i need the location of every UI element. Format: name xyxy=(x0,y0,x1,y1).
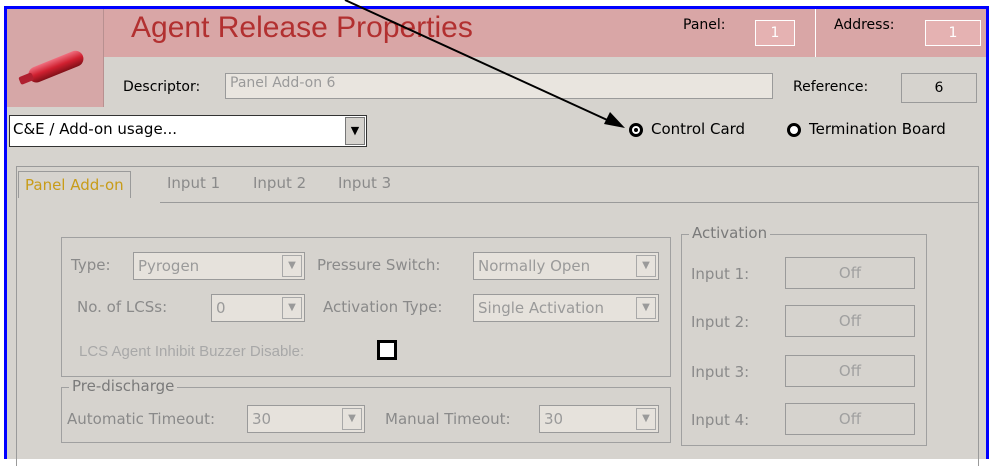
annotation-arrow-icon xyxy=(344,0,625,128)
